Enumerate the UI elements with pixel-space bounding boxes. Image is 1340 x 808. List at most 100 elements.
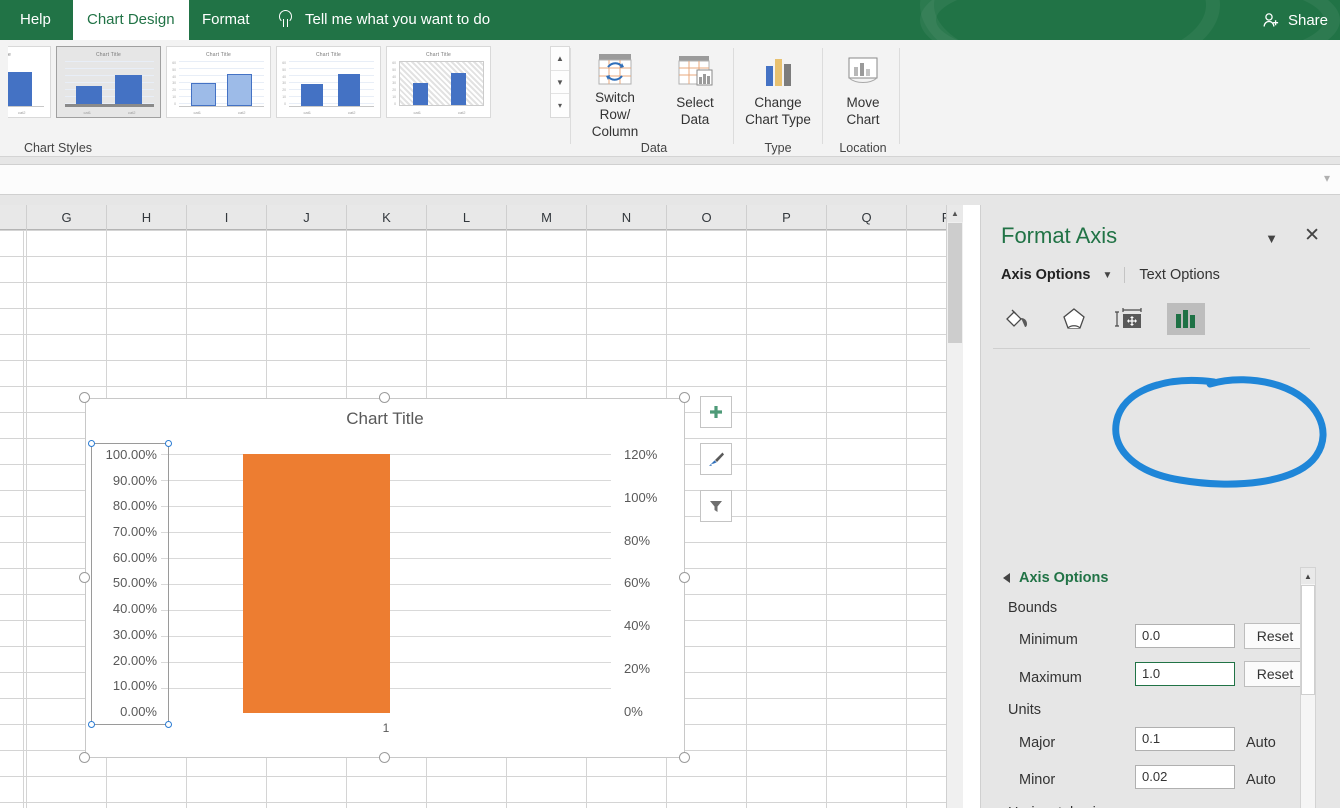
chart-handle-ml[interactable]: [79, 572, 90, 583]
scroll-up-icon[interactable]: ▲: [947, 205, 963, 222]
chart-style-thumb-4[interactable]: Chart Title 60 50 40 30 20 10 0 cat1 cat2: [276, 46, 381, 118]
tab-chart-design[interactable]: Chart Design: [73, 0, 189, 40]
group-label-chart-styles: Chart Styles: [23, 141, 93, 155]
chart-style-thumb-3[interactable]: Chart Title 60 50 40 30 20 10 0 cat1 cat2: [166, 46, 271, 118]
major-auto-label[interactable]: Auto: [1246, 735, 1276, 751]
change-chart-type-button[interactable]: Change Chart Type: [741, 48, 815, 140]
column-header-P[interactable]: P: [747, 205, 827, 230]
thumb-ylabels: 60 50 40 30 20 10 0: [392, 61, 396, 106]
chart-styles-button[interactable]: [700, 443, 732, 475]
tab-help[interactable]: Help: [6, 0, 65, 40]
chart-elements-button[interactable]: [700, 396, 732, 428]
row-corner[interactable]: [0, 205, 27, 230]
axis-handle-tl[interactable]: [88, 440, 95, 447]
column-header-O[interactable]: O: [667, 205, 747, 230]
chart-handle-tr[interactable]: [679, 392, 690, 403]
column-header-H[interactable]: H: [107, 205, 187, 230]
minimum-label: Minimum: [1019, 632, 1078, 648]
y2-tick-label: 60%: [624, 575, 651, 591]
axis-options-section-header[interactable]: Axis Options: [1003, 570, 1108, 586]
gallery-scroll-up[interactable]: ▲: [551, 47, 569, 71]
column-header-J[interactable]: J: [267, 205, 347, 230]
thumb-cats: cat1cat2: [303, 110, 356, 115]
major-unit-input[interactable]: 0.1: [1135, 727, 1235, 751]
category-axis-label[interactable]: 1: [161, 721, 611, 735]
gallery-scrollbar[interactable]: ▲ ▼ ▾: [550, 46, 570, 118]
bounds-label: Bounds: [1008, 600, 1058, 616]
maximum-reset-button[interactable]: Reset: [1244, 661, 1306, 687]
worksheet-vertical-scrollbar[interactable]: ▲: [946, 205, 963, 808]
chart-handle-mr[interactable]: [679, 572, 690, 583]
share-label: Share: [1287, 11, 1328, 29]
chart-handle-tl[interactable]: [79, 392, 90, 403]
column-header-M[interactable]: M: [507, 205, 587, 230]
minimum-input[interactable]: 0.0: [1135, 624, 1235, 648]
chart-handle-tc[interactable]: [379, 392, 390, 403]
effects-icon[interactable]: [1055, 303, 1093, 335]
ribbon-group-chart-styles: Chart Title cat1cat2 Chart Title: [8, 40, 570, 157]
chart-style-thumb-2[interactable]: Chart Title cat1 cat2: [56, 46, 161, 118]
chart-plot-area[interactable]: [161, 454, 611, 713]
tab-axis-options[interactable]: Axis Options: [1001, 267, 1090, 283]
change-chart-type-label-1: Change: [754, 95, 802, 110]
pane-scrollbar[interactable]: ▲: [1300, 567, 1316, 808]
formula-input[interactable]: [0, 164, 1340, 195]
maximum-input[interactable]: 1.0: [1135, 662, 1235, 686]
tab-format[interactable]: Format: [188, 0, 264, 40]
y2-tick-label: 80%: [624, 532, 651, 548]
pane-options-chevron-icon[interactable]: ▼: [1265, 231, 1278, 246]
y2-tick-label: 40%: [624, 618, 651, 634]
axis-handle-tr[interactable]: [165, 440, 172, 447]
chart-object[interactable]: Chart Title 100.00% 90.00% 80.00% 70.00%…: [85, 398, 685, 758]
group-label-location: Location: [839, 141, 887, 155]
column-header-I[interactable]: I: [187, 205, 267, 230]
minimum-reset-button[interactable]: Reset: [1244, 623, 1306, 649]
thumb-ylabels: 60 50 40 30 20 10 0: [282, 61, 286, 106]
move-chart-button[interactable]: Move Chart: [826, 48, 900, 140]
size-properties-icon[interactable]: [1111, 303, 1149, 335]
ribbon-separator-1: [570, 48, 571, 144]
person-add-icon: [1263, 12, 1279, 27]
select-data-button[interactable]: Select Data: [658, 48, 732, 140]
formula-expand-icon[interactable]: ▾: [1324, 171, 1330, 185]
chart-title[interactable]: Chart Title: [86, 409, 684, 429]
plus-icon: [710, 406, 722, 418]
column-header-K[interactable]: K: [347, 205, 427, 230]
share-button[interactable]: Share: [1262, 0, 1328, 40]
pane-scroll-up-icon[interactable]: ▲: [1301, 568, 1315, 584]
chart-handle-bc[interactable]: [379, 752, 390, 763]
tab-text-options[interactable]: Text Options: [1124, 267, 1220, 283]
column-header-Q[interactable]: Q: [827, 205, 907, 230]
tell-me-search[interactable]: Tell me what you want to do: [277, 0, 490, 40]
axis-options-caret-icon[interactable]: ▼: [1102, 270, 1112, 281]
data-bar-series-1[interactable]: [243, 454, 390, 713]
axis-options-icon[interactable]: [1167, 303, 1205, 335]
chart-styles-gallery[interactable]: Chart Title cat1cat2 Chart Title: [8, 46, 548, 118]
gallery-more[interactable]: ▾: [551, 94, 569, 117]
axis-handle-bl[interactable]: [88, 721, 95, 728]
switch-row-column-label-2: Column: [591, 124, 639, 139]
chart-side-buttons: [700, 396, 732, 537]
chart-style-thumb-5[interactable]: Chart Title 60 50 40 30 20 10 0 cat1 cat2: [386, 46, 491, 118]
chart-filters-button[interactable]: [700, 490, 732, 522]
pane-close-button[interactable]: ✕: [1304, 226, 1320, 245]
chart-handle-br[interactable]: [679, 752, 690, 763]
column-header-G[interactable]: G: [27, 205, 107, 230]
thumb-title: Chart Title: [426, 52, 451, 58]
select-data-icon: [675, 48, 715, 94]
switch-row-column-button[interactable]: Switch Row/ Column: [578, 48, 652, 140]
funnel-icon: [710, 501, 722, 512]
thumb-plot: [8, 61, 44, 107]
minor-unit-input[interactable]: 0.02: [1135, 765, 1235, 789]
thumb-cats: cat1cat2: [413, 110, 466, 115]
chart-style-thumb-1[interactable]: Chart Title cat1cat2: [8, 46, 51, 118]
pane-scroll-thumb[interactable]: [1301, 585, 1315, 695]
gallery-scroll-down[interactable]: ▼: [551, 71, 569, 95]
minor-auto-label[interactable]: Auto: [1246, 772, 1276, 788]
scroll-thumb[interactable]: [948, 223, 962, 343]
fill-line-icon[interactable]: [999, 303, 1037, 335]
chart-handle-bl[interactable]: [79, 752, 90, 763]
column-header-N[interactable]: N: [587, 205, 667, 230]
secondary-value-axis-labels[interactable]: 120% 100% 80% 60% 40% 20% 0%: [616, 448, 678, 718]
column-header-L[interactable]: L: [427, 205, 507, 230]
